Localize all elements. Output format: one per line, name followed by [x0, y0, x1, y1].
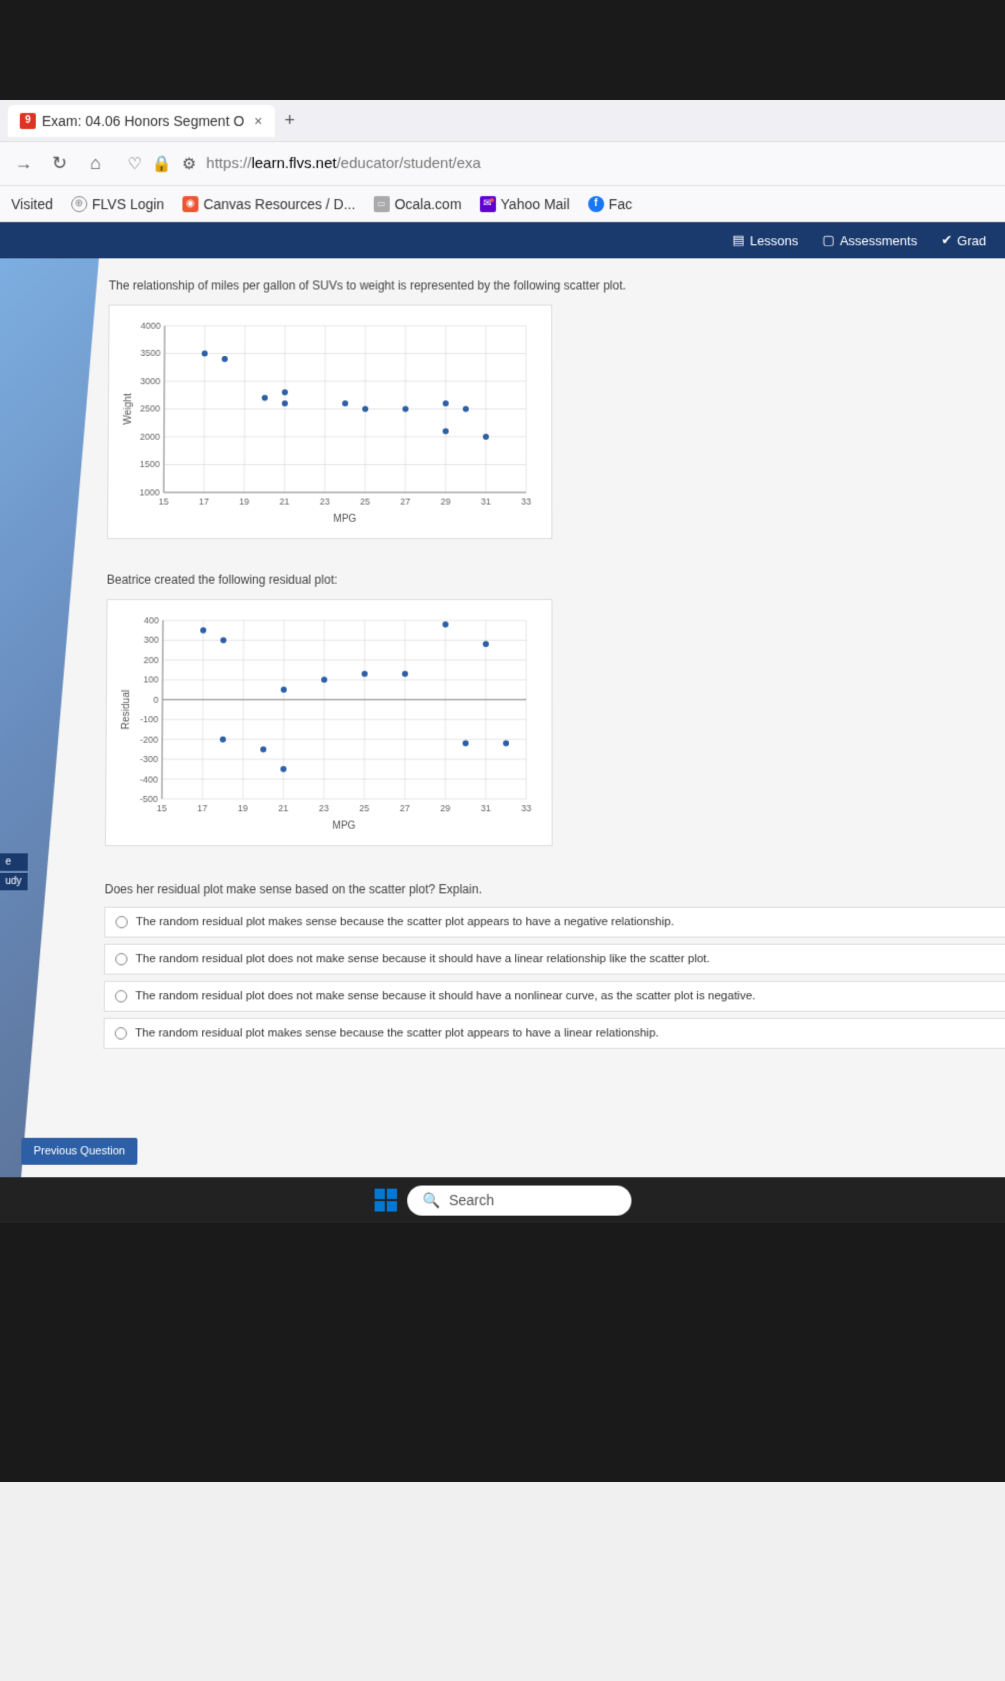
svg-text:25: 25 — [360, 496, 370, 506]
svg-text:100: 100 — [143, 675, 158, 685]
radio-icon — [115, 953, 127, 965]
browser-tab-strip: 9 Exam: 04.06 Honors Segment O × + — [0, 100, 1005, 142]
bookmark-yahoo[interactable]: ✉Yahoo Mail — [480, 196, 570, 212]
new-tab-button[interactable]: + — [274, 104, 305, 137]
answer-choices: The random residual plot makes sense bec… — [103, 907, 1005, 1049]
url-text: https://learn.flvs.net/educator/student/… — [206, 155, 481, 172]
svg-text:27: 27 — [400, 496, 410, 506]
svg-text:MPG: MPG — [333, 514, 356, 525]
question-subtext: Beatrice created the following residual … — [107, 573, 1005, 587]
svg-text:21: 21 — [278, 803, 288, 813]
svg-text:29: 29 — [441, 496, 451, 506]
svg-text:15: 15 — [157, 803, 167, 813]
side-tab[interactable]: udy — [0, 873, 28, 890]
book-icon: ▤ — [732, 232, 744, 248]
radio-icon — [115, 916, 127, 928]
svg-text:27: 27 — [400, 803, 410, 813]
app-navigation: ▤Lessons ▢Assessments ✔Grad — [0, 222, 1005, 258]
close-tab-icon[interactable]: × — [254, 112, 262, 128]
nav-assessments[interactable]: ▢Assessments — [822, 232, 917, 248]
svg-text:23: 23 — [320, 496, 330, 506]
chat-icon: ▢ — [822, 232, 834, 248]
bookmarks-bar: Visited ⊕FLVS Login ◉Canvas Resources / … — [0, 186, 1005, 222]
taskbar-search[interactable]: 🔍 Search — [407, 1185, 631, 1215]
answer-option-c[interactable]: The random residual plot does not make s… — [104, 981, 1005, 1012]
background-accent — [0, 258, 99, 1177]
tab-favicon: 9 — [20, 112, 36, 128]
windows-taskbar: 🔍 Search — [0, 1177, 1005, 1223]
svg-text:200: 200 — [143, 655, 158, 665]
browser-tab-active[interactable]: 9 Exam: 04.06 Honors Segment O × — [8, 104, 275, 136]
globe-icon: ⊕ — [71, 196, 87, 212]
bookmark-visited[interactable]: Visited — [11, 196, 53, 212]
svg-text:33: 33 — [521, 803, 531, 813]
svg-text:15: 15 — [159, 496, 169, 506]
svg-text:300: 300 — [144, 635, 159, 645]
side-tab[interactable]: e — [0, 853, 28, 870]
site-settings-icon: ⚙ — [182, 154, 196, 174]
svg-text:21: 21 — [279, 496, 289, 506]
svg-text:-300: -300 — [140, 754, 158, 764]
svg-text:Weight: Weight — [123, 393, 134, 424]
answer-option-a[interactable]: The random residual plot makes sense bec… — [104, 907, 1005, 938]
question-intro: The relationship of miles per gallon of … — [109, 278, 1005, 292]
svg-text:3000: 3000 — [140, 376, 160, 386]
svg-text:Residual: Residual — [121, 690, 132, 730]
radio-icon — [115, 990, 127, 1002]
svg-text:2500: 2500 — [140, 404, 160, 414]
svg-text:2000: 2000 — [140, 432, 160, 442]
answer-option-b[interactable]: The random residual plot does not make s… — [104, 944, 1005, 975]
svg-text:MPG: MPG — [332, 821, 355, 832]
radio-icon — [115, 1027, 127, 1039]
forward-button[interactable]: → — [11, 153, 35, 174]
svg-text:4000: 4000 — [141, 321, 161, 331]
svg-text:-500: -500 — [140, 794, 158, 804]
svg-text:19: 19 — [238, 803, 248, 813]
svg-text:31: 31 — [481, 496, 491, 506]
side-partial-tabs: e udy — [0, 851, 28, 892]
svg-text:33: 33 — [521, 496, 531, 506]
mail-icon: ✉ — [480, 196, 496, 212]
answer-option-d[interactable]: The random residual plot makes sense bec… — [103, 1018, 1005, 1049]
start-button[interactable] — [374, 1189, 396, 1212]
exam-content: The relationship of miles per gallon of … — [0, 258, 1005, 1177]
lock-icon: 🔒 — [152, 154, 172, 174]
bookmark-ocala[interactable]: ▭Ocala.com — [373, 196, 461, 212]
svg-text:-100: -100 — [140, 714, 158, 724]
news-icon: ▭ — [373, 196, 389, 212]
bookmark-canvas[interactable]: ◉Canvas Resources / D... — [182, 196, 355, 212]
svg-text:400: 400 — [144, 615, 159, 625]
svg-text:25: 25 — [359, 803, 369, 813]
svg-text:-200: -200 — [140, 734, 158, 744]
browser-toolbar: → ↻ ⌂ ♡ 🔒 ⚙ https://learn.flvs.net/educa… — [0, 142, 1005, 186]
previous-question-button[interactable]: Previous Question — [21, 1138, 137, 1165]
search-icon: 🔍 — [423, 1191, 441, 1209]
bookmark-flvs[interactable]: ⊕FLVS Login — [71, 196, 164, 212]
svg-text:-400: -400 — [140, 774, 158, 784]
shield-icon: ♡ — [128, 154, 142, 174]
question-prompt: Does her residual plot make sense based … — [105, 882, 1005, 896]
svg-text:0: 0 — [153, 695, 158, 705]
svg-text:1000: 1000 — [139, 487, 159, 497]
scatter-plot-weight: 1000 1500 2000 2500 3000 3500 4000 15 17 19 21 23 25… — [107, 305, 552, 539]
svg-text:1500: 1500 — [140, 460, 160, 470]
nav-lessons[interactable]: ▤Lessons — [732, 232, 798, 248]
svg-text:29: 29 — [440, 803, 450, 813]
tab-title: Exam: 04.06 Honors Segment O — [42, 112, 245, 128]
bookmark-facebook[interactable]: fFac — [588, 196, 632, 212]
home-button[interactable]: ⌂ — [83, 153, 107, 174]
check-icon: ✔ — [941, 232, 952, 248]
svg-text:31: 31 — [481, 803, 491, 813]
svg-text:17: 17 — [199, 496, 209, 506]
svg-text:23: 23 — [319, 803, 329, 813]
svg-text:19: 19 — [239, 496, 249, 506]
nav-grades[interactable]: ✔Grad — [941, 232, 986, 248]
residual-plot: -500 -400 -300 -200 -100 0 100 200 300 400 15 17 19 2… — [105, 599, 553, 846]
canvas-icon: ◉ — [182, 196, 198, 212]
svg-text:3500: 3500 — [140, 348, 160, 358]
address-bar[interactable]: ♡ 🔒 ⚙ https://learn.flvs.net/educator/st… — [120, 154, 994, 174]
reload-button[interactable]: ↻ — [47, 153, 71, 174]
svg-text:17: 17 — [197, 803, 207, 813]
facebook-icon: f — [588, 196, 604, 212]
